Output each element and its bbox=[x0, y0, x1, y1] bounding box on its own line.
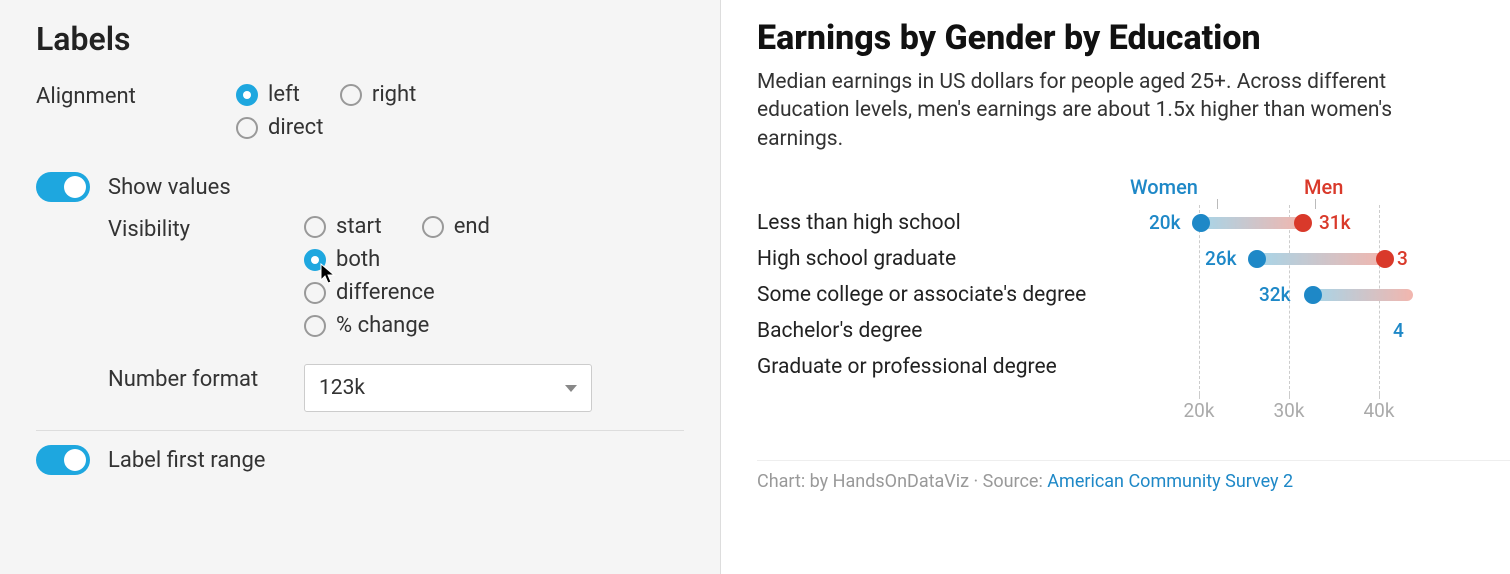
dot-women-icon bbox=[1192, 214, 1210, 232]
category-label: Graduate or professional degree bbox=[757, 355, 1057, 379]
legend-men: Men bbox=[1304, 175, 1343, 199]
radio-label: end bbox=[454, 214, 490, 239]
field-visibility: Visibility start end bbox=[108, 214, 684, 346]
select-value: 123k bbox=[319, 376, 365, 400]
radio-label: direct bbox=[268, 115, 323, 140]
chart-subtitle: Median earnings in US dollars for people… bbox=[757, 68, 1437, 153]
value-partial: 4 bbox=[1393, 319, 1404, 342]
axis-tick-label: 30k bbox=[1274, 399, 1305, 422]
toggle-show-values[interactable] bbox=[36, 172, 90, 202]
radio-dot-icon bbox=[236, 84, 258, 106]
axis-tick-icon bbox=[1289, 391, 1290, 399]
category-label: High school graduate bbox=[757, 247, 956, 271]
alignment-label: Alignment bbox=[36, 82, 236, 109]
range-bar bbox=[1201, 217, 1303, 229]
value-men: 31k bbox=[1319, 211, 1351, 234]
number-format-label: Number format bbox=[108, 364, 304, 395]
axis-tick-label: 40k bbox=[1364, 399, 1395, 422]
toggle-label-first-range[interactable] bbox=[36, 445, 90, 475]
section-title-labels: Labels bbox=[36, 20, 684, 58]
axis-tick-label: 20k bbox=[1184, 399, 1215, 422]
data-row: Bachelor's degree 4 bbox=[757, 313, 1417, 349]
field-number-format: Number format 123k bbox=[108, 364, 684, 412]
radio-alignment-right[interactable]: right bbox=[340, 82, 416, 107]
data-row: Less than high school 20k 31k bbox=[757, 205, 1417, 241]
category-label: Less than high school bbox=[757, 211, 961, 235]
dot-women-icon bbox=[1304, 286, 1322, 304]
radio-visibility-start[interactable]: start bbox=[304, 214, 382, 239]
toggle-show-values-row: Show values bbox=[36, 172, 684, 202]
settings-panel: Labels Alignment left right bbox=[0, 0, 720, 574]
category-label: Bachelor's degree bbox=[757, 319, 922, 343]
radio-alignment-left[interactable]: left bbox=[236, 82, 300, 107]
value-men: 3 bbox=[1397, 247, 1408, 270]
radio-label: right bbox=[372, 82, 416, 107]
divider bbox=[36, 430, 684, 431]
field-alignment: Alignment left right direct bbox=[36, 82, 684, 148]
data-row: Some college or associate's degree 32k bbox=[757, 277, 1417, 313]
radio-circle-icon bbox=[340, 84, 362, 106]
select-number-format[interactable]: 123k bbox=[304, 364, 592, 412]
radio-visibility-both[interactable]: both bbox=[304, 247, 380, 272]
x-axis: 20k 30k 40k bbox=[757, 391, 1417, 421]
radio-alignment-direct[interactable]: direct bbox=[236, 115, 323, 140]
radio-circle-icon bbox=[236, 117, 258, 139]
credit-text: Chart: by HandsOnDataViz · Source: bbox=[757, 471, 1047, 492]
data-row: High school graduate 26k 3 bbox=[757, 241, 1417, 277]
toggle-show-values-label: Show values bbox=[108, 175, 231, 200]
range-bar bbox=[1313, 289, 1413, 301]
dot-men-icon bbox=[1376, 250, 1394, 268]
toggle-label-first-range-row: Label first range bbox=[36, 445, 684, 475]
radio-circle-icon bbox=[304, 216, 326, 238]
range-bar bbox=[1257, 253, 1385, 265]
radio-circle-icon bbox=[304, 315, 326, 337]
credit-link[interactable]: American Community Survey 2 bbox=[1047, 471, 1293, 492]
value-women: 32k bbox=[1259, 283, 1291, 306]
category-label: Some college or associate's degree bbox=[757, 283, 1086, 307]
chart-title: Earnings by Gender by Education bbox=[757, 18, 1510, 58]
radio-label: difference bbox=[336, 280, 435, 305]
dot-men-icon bbox=[1294, 214, 1312, 232]
radio-label: % change bbox=[336, 313, 429, 338]
legend-women: Women bbox=[1130, 175, 1198, 199]
radio-visibility-pct-change[interactable]: % change bbox=[304, 313, 429, 338]
dot-women-icon bbox=[1248, 250, 1266, 268]
radio-visibility-difference[interactable]: difference bbox=[304, 280, 435, 305]
radio-dot-icon bbox=[304, 249, 326, 271]
radio-label: start bbox=[336, 214, 382, 239]
radio-circle-icon bbox=[304, 282, 326, 304]
chart-credit: Chart: by HandsOnDataViz · Source: Ameri… bbox=[757, 460, 1510, 492]
axis-tick-icon bbox=[1379, 391, 1380, 399]
value-women: 20k bbox=[1149, 211, 1181, 234]
chevron-down-icon bbox=[565, 385, 577, 392]
radio-label: both bbox=[336, 247, 380, 272]
chart-area: Women Men Less than high school 20k 31k bbox=[757, 175, 1510, 435]
value-women: 26k bbox=[1205, 247, 1237, 270]
radio-label: left bbox=[268, 82, 300, 107]
axis-tick-icon bbox=[1199, 391, 1200, 399]
toggle-label-first-range-label: Label first range bbox=[108, 448, 265, 473]
chart-preview: Earnings by Gender by Education Median e… bbox=[720, 0, 1510, 574]
radio-circle-icon bbox=[422, 216, 444, 238]
visibility-label: Visibility bbox=[108, 214, 304, 245]
data-row: Graduate or professional degree bbox=[757, 349, 1417, 385]
radio-visibility-end[interactable]: end bbox=[422, 214, 490, 239]
